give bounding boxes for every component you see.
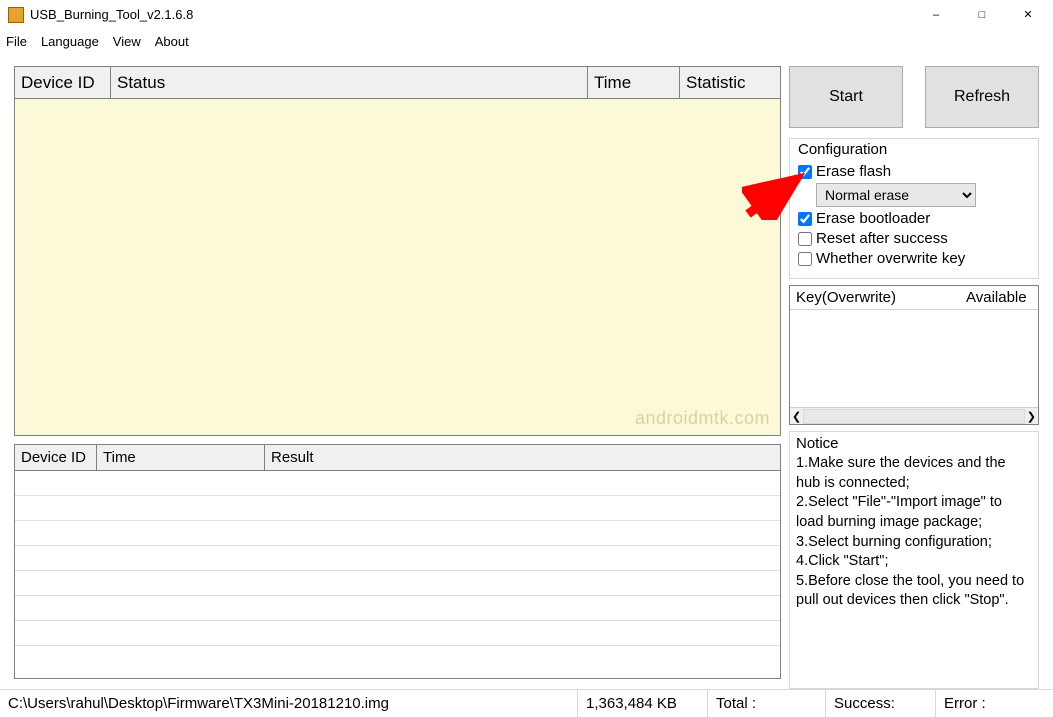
watermark: androidmtk.com — [635, 408, 770, 429]
result-grid: Device ID Time Result — [14, 444, 781, 679]
config-legend: Configuration — [798, 141, 1030, 158]
table-row — [15, 546, 780, 571]
erase-bootloader-checkbox[interactable] — [798, 212, 812, 226]
status-error: Error : — [936, 690, 1053, 717]
notice-title: Notice — [796, 434, 1032, 454]
status-bar: C:\Users\rahul\Desktop\Firmware\TX3Mini-… — [0, 689, 1053, 717]
device-status-grid: Device ID Status Time Statistic androidm… — [14, 66, 781, 436]
table-row — [15, 621, 780, 646]
notice-line: 3.Select burning configuration; — [796, 533, 1032, 553]
refresh-button[interactable]: Refresh — [925, 66, 1039, 128]
overwrite-key-checkbox[interactable] — [798, 252, 812, 266]
col-key-overwrite[interactable]: Key(Overwrite) — [790, 286, 960, 309]
scroll-right-icon[interactable]: ❯ — [1027, 410, 1036, 423]
table-row — [15, 571, 780, 596]
app-icon — [8, 7, 24, 23]
erase-bootloader-label: Erase bootloader — [816, 210, 930, 227]
status-path: C:\Users\rahul\Desktop\Firmware\TX3Mini-… — [0, 690, 578, 717]
col-statistic[interactable]: Statistic — [680, 67, 780, 99]
start-button[interactable]: Start — [789, 66, 903, 128]
erase-mode-select[interactable]: Normal erase — [816, 183, 976, 207]
overwrite-key-label: Whether overwrite key — [816, 250, 965, 267]
overwrite-key-row[interactable]: Whether overwrite key — [798, 250, 1030, 267]
notice-line: 1.Make sure the devices and the hub is c… — [796, 454, 1032, 493]
notice-line: 2.Select "File"-"Import image" to load b… — [796, 493, 1032, 532]
minimize-button[interactable]: – — [913, 0, 959, 30]
col-device-id-2[interactable]: Device ID — [15, 445, 97, 471]
status-size: 1,363,484 KB — [578, 690, 708, 717]
notice-line: 4.Click "Start"; — [796, 552, 1032, 572]
erase-flash-checkbox[interactable] — [798, 165, 812, 179]
scroll-left-icon[interactable]: ❮ — [792, 410, 801, 423]
col-status[interactable]: Status — [111, 67, 588, 99]
menu-file[interactable]: File — [6, 34, 27, 49]
key-grid: Key(Overwrite) Available ❮ ❯ — [789, 285, 1039, 425]
menu-about[interactable]: About — [155, 34, 189, 49]
table-row — [15, 596, 780, 621]
col-device-id[interactable]: Device ID — [15, 67, 111, 99]
col-time-2[interactable]: Time — [97, 445, 265, 471]
close-button[interactable]: ✕ — [1005, 0, 1051, 30]
reset-after-checkbox[interactable] — [798, 232, 812, 246]
menu-bar: File Language View About — [0, 30, 1053, 52]
col-time[interactable]: Time — [588, 67, 680, 99]
notice-panel: Notice 1.Make sure the devices and the h… — [789, 431, 1039, 689]
window-title: USB_Burning_Tool_v2.1.6.8 — [30, 7, 913, 22]
erase-flash-label: Erase flash — [816, 163, 891, 180]
col-available[interactable]: Available — [960, 286, 1038, 309]
configuration-group: Configuration Erase flash Normal erase E… — [789, 138, 1039, 279]
horizontal-scrollbar[interactable]: ❮ ❯ — [790, 407, 1038, 424]
reset-after-row[interactable]: Reset after success — [798, 230, 1030, 247]
erase-flash-row[interactable]: Erase flash — [798, 163, 1030, 180]
table-row — [15, 521, 780, 546]
status-total: Total : — [708, 690, 826, 717]
reset-after-label: Reset after success — [816, 230, 948, 247]
status-success: Success: — [826, 690, 936, 717]
maximize-button[interactable]: □ — [959, 0, 1005, 30]
menu-view[interactable]: View — [113, 34, 141, 49]
table-row — [15, 496, 780, 521]
erase-bootloader-row[interactable]: Erase bootloader — [798, 210, 1030, 227]
col-result[interactable]: Result — [265, 445, 780, 471]
menu-language[interactable]: Language — [41, 34, 99, 49]
table-row — [15, 471, 780, 496]
notice-line: 5.Before close the tool, you need to pul… — [796, 572, 1032, 611]
